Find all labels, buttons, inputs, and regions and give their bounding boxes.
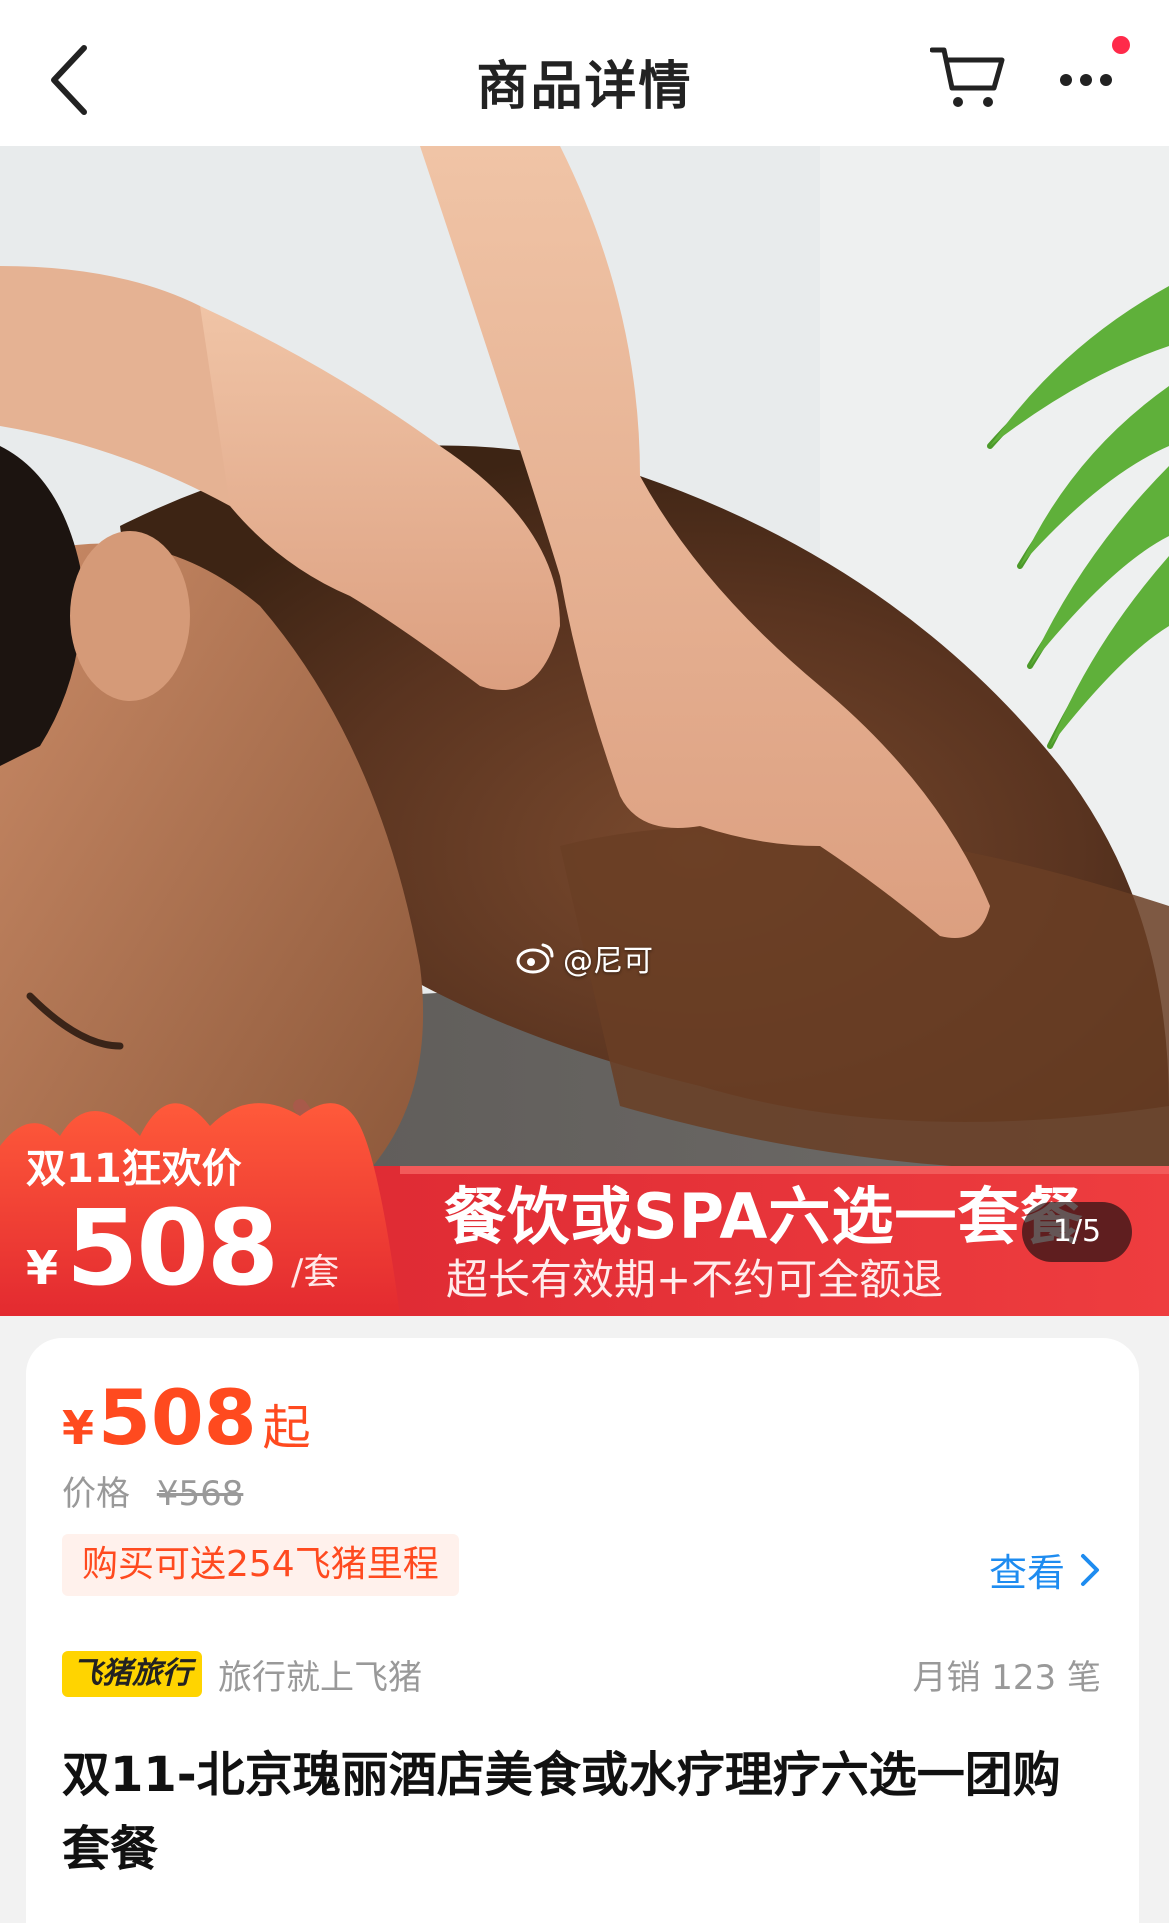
monthly-sales: 月销 123 笔: [912, 1657, 1101, 1698]
more-dots-icon: [1060, 74, 1112, 86]
product-info-card: ¥ 508 起 价格 ¥568 购买可送254飞猪里程 查看 飞猪旅行 旅行就上…: [26, 1338, 1139, 1923]
promo-price: ¥ 508 /套: [26, 1196, 339, 1300]
notification-dot: [1112, 36, 1130, 54]
promo-currency: ¥: [26, 1241, 59, 1295]
promo-headline: 餐饮或SPA六选一套餐: [444, 1180, 1084, 1253]
mileage-promo-tag: 购买可送254飞猪里程: [62, 1534, 459, 1596]
price-suffix: 起: [262, 1400, 311, 1456]
original-price-row: 价格 ¥568: [62, 1466, 243, 1515]
view-link-label: 查看: [988, 1551, 1065, 1595]
carousel-page-indicator: 1/5: [1022, 1202, 1132, 1262]
watermark: @尼可: [515, 936, 653, 980]
top-nav-bar: 商品详情: [0, 0, 1169, 146]
price-currency: ¥: [62, 1401, 95, 1455]
original-price-value: ¥568: [156, 1474, 244, 1514]
cart-button[interactable]: [929, 44, 1006, 114]
promo-price-value: 508: [66, 1187, 279, 1309]
watermark-text: @尼可: [563, 944, 653, 979]
brand-slogan: 旅行就上飞猪: [218, 1657, 422, 1698]
fliggy-logo: 飞猪旅行: [62, 1651, 202, 1697]
chevron-right-icon: [1081, 1553, 1099, 1586]
weibo-icon: [516, 943, 554, 974]
product-title: 双11-北京瑰丽酒店美食或水疗理疗六选一团购套餐: [62, 1747, 1061, 1877]
product-image-carousel[interactable]: @尼可 双11狂欢价 ¥ 508 /套 餐饮或SPA六选一套餐 超长有效期+不约…: [0, 146, 1169, 1316]
promo-price-unit: /套: [291, 1252, 340, 1293]
price-row: ¥ 508 起: [62, 1380, 311, 1458]
brand-row: 飞猪旅行 旅行就上飞猪 月销 123 笔: [62, 1648, 1101, 1700]
more-button[interactable]: [1050, 50, 1130, 110]
view-mileage-link[interactable]: 查看: [989, 1542, 1101, 1597]
cart-icon: [929, 47, 1005, 107]
promo-subline: 超长有效期+不约可全额退: [446, 1255, 944, 1304]
product-detail-page: 商品详情 @尼可 双11狂欢价 ¥ 508 /套 餐饮或SPA六选一套餐 超长有…: [0, 0, 1169, 1923]
original-price-label: 价格: [62, 1474, 130, 1514]
promo-label: 双11狂欢价: [26, 1146, 242, 1192]
price-value: 508: [98, 1373, 257, 1462]
